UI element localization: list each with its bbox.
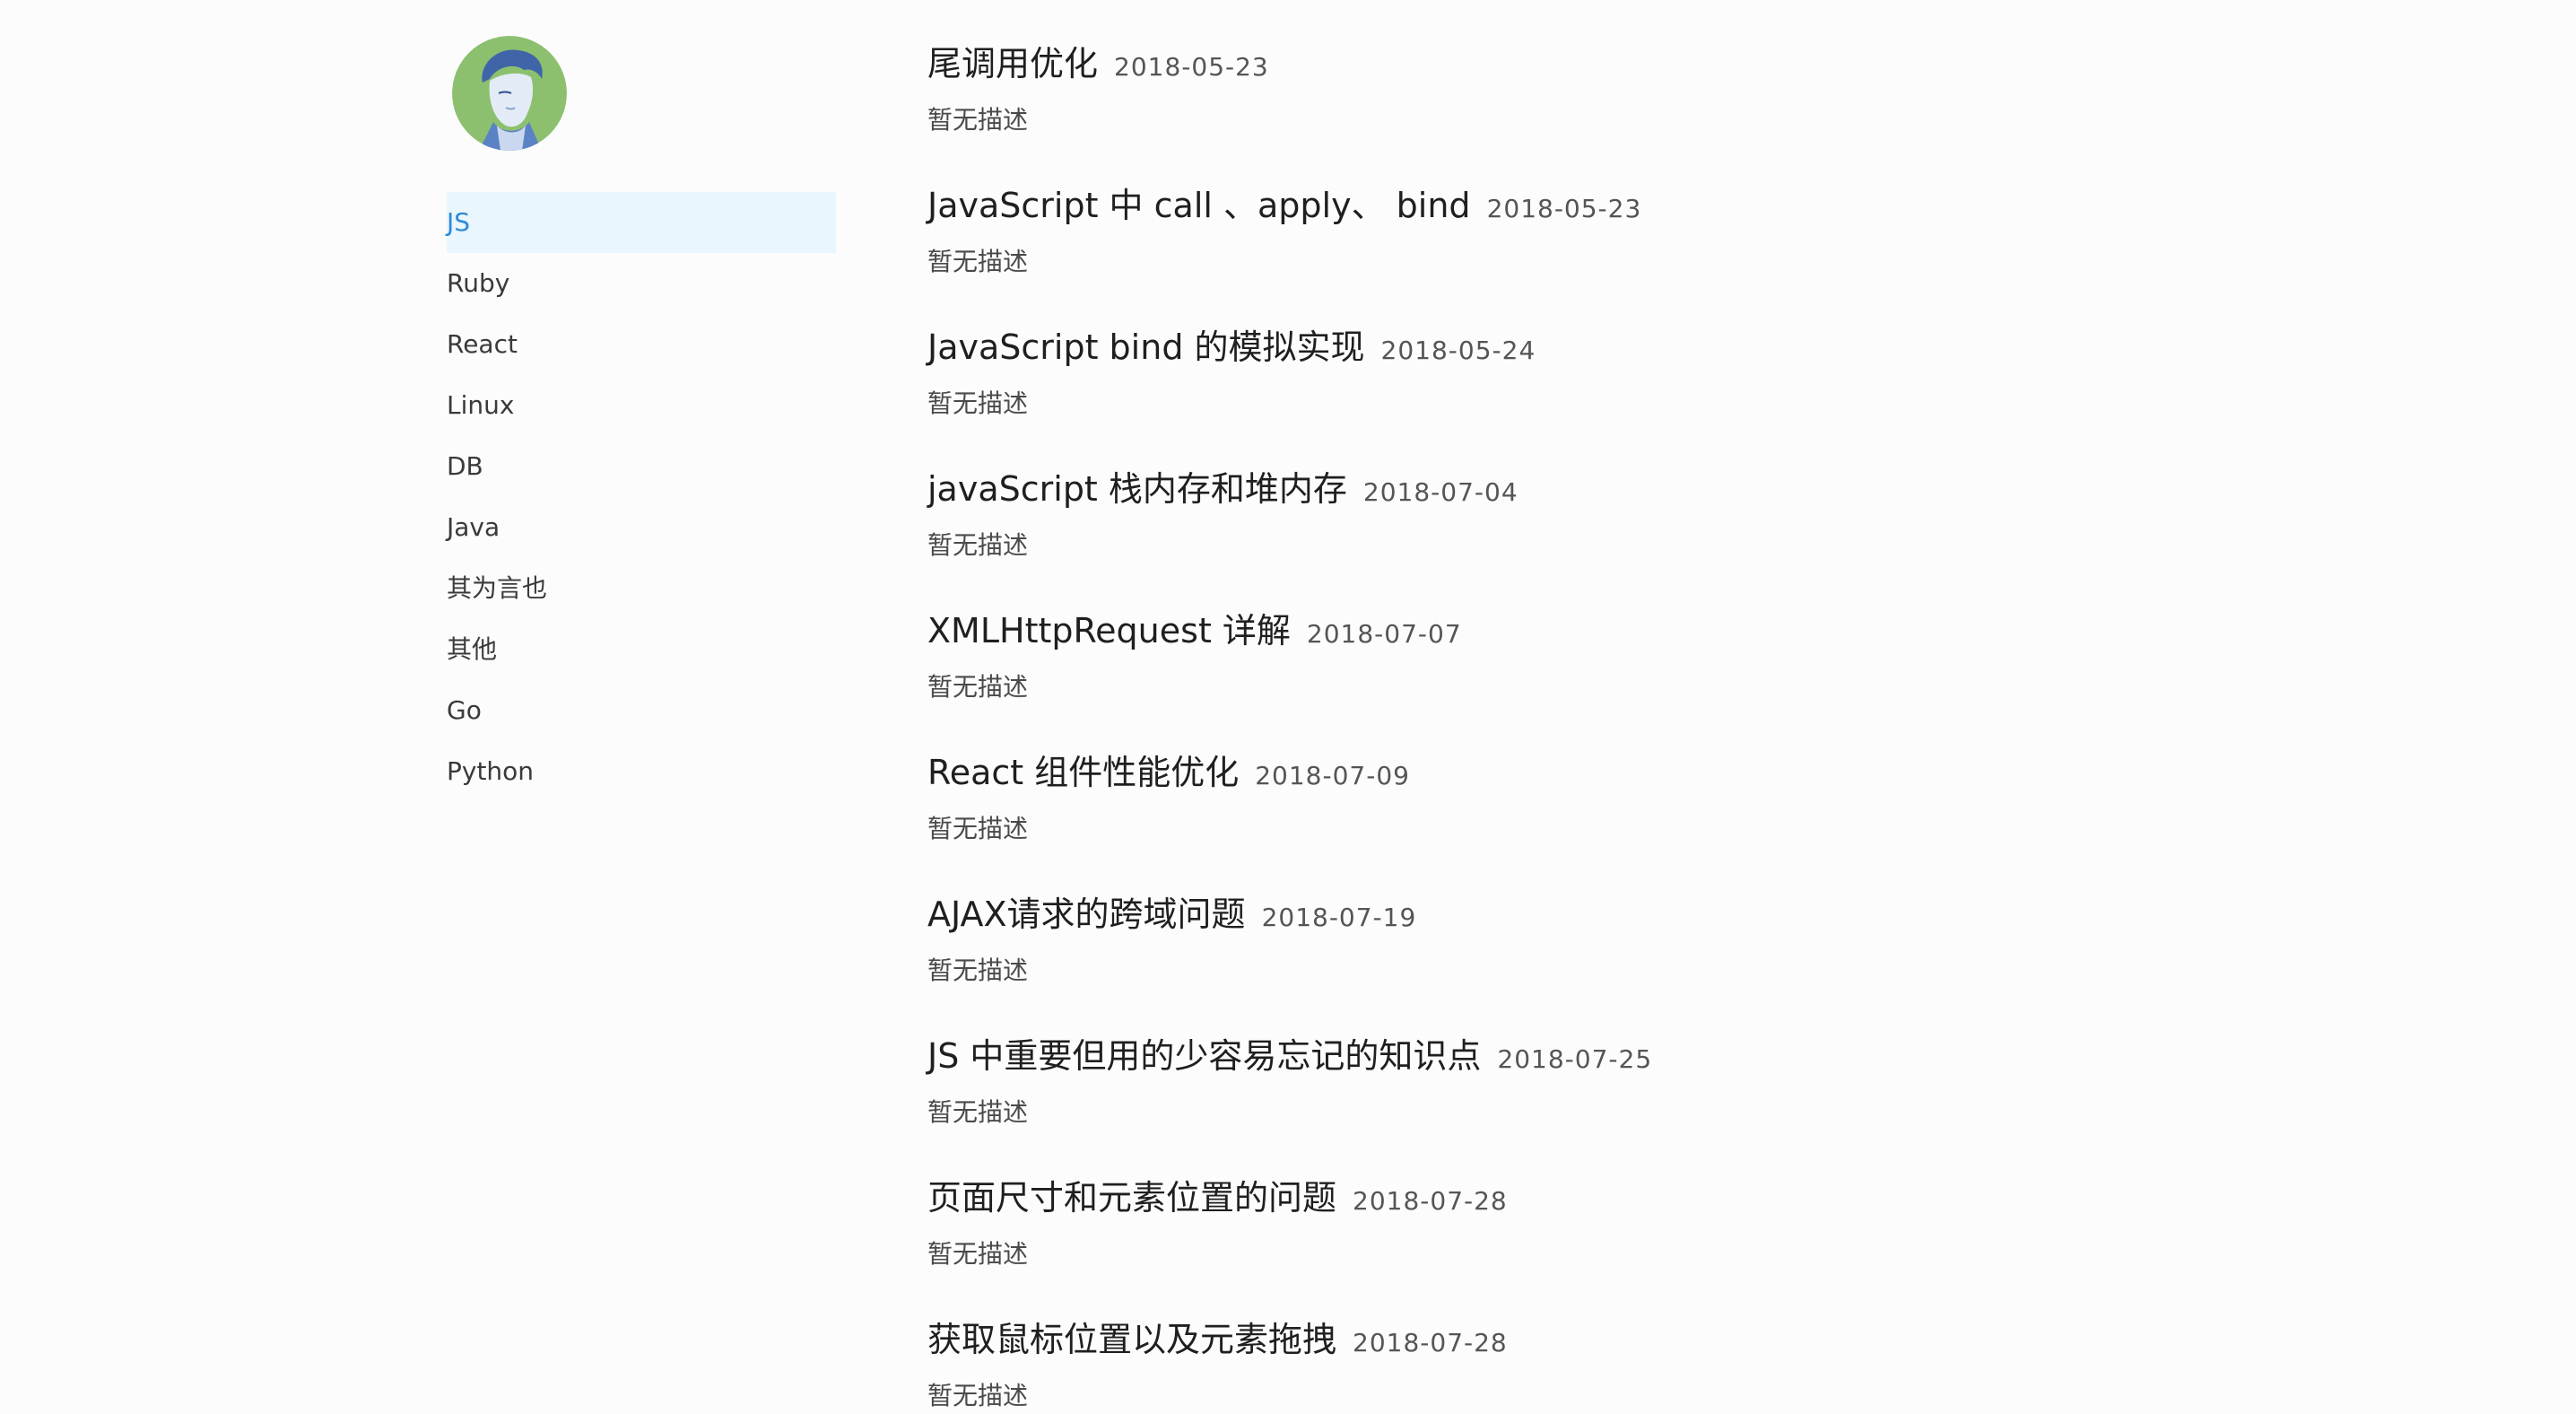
post-item: 页面尺寸和元素位置的问题 2018-07-28 暂无描述 xyxy=(927,1170,2452,1312)
sidebar-item-qiweiyanye[interactable]: 其为言也 xyxy=(447,558,836,619)
post-title-link[interactable]: javaScript 栈内存和堆内存 xyxy=(927,461,1347,511)
post-item: JavaScript bind 的模拟实现 2018-05-24 暂无描述 xyxy=(927,319,2452,461)
post-header: javaScript 栈内存和堆内存 2018-07-04 xyxy=(927,461,2452,515)
post-description: 暂无描述 xyxy=(927,1381,1029,1410)
sidebar-item-java[interactable]: Java xyxy=(447,497,836,558)
post-header: XMLHttpRequest 详解 2018-07-07 xyxy=(927,603,2452,657)
post-title-link[interactable]: 尾调用优化 xyxy=(927,36,1098,85)
post-item: JavaScript 中 call 、apply、 bind 2018-05-2… xyxy=(927,178,2452,319)
post-title-link[interactable]: JavaScript bind 的模拟实现 xyxy=(927,319,1365,369)
post-date: 2018-07-07 xyxy=(1306,619,1462,649)
post-description: 暂无描述 xyxy=(927,247,1029,276)
sidebar-item-db[interactable]: DB xyxy=(447,436,836,497)
page: JS Ruby React Linux DB Java 其为言也 其他 Go P… xyxy=(0,0,2576,1414)
post-description: 暂无描述 xyxy=(927,814,1029,843)
sidebar-item-ruby[interactable]: Ruby xyxy=(447,253,836,314)
post-date: 2018-05-23 xyxy=(1114,52,1269,82)
sidebar-item-linux[interactable]: Linux xyxy=(447,375,836,436)
category-nav: JS Ruby React Linux DB Java 其为言也 其他 Go P… xyxy=(447,192,836,802)
post-title-link[interactable]: AJAX请求的跨域问题 xyxy=(927,886,1246,936)
post-item: javaScript 栈内存和堆内存 2018-07-04 暂无描述 xyxy=(927,461,2452,603)
post-date: 2018-07-28 xyxy=(1353,1328,1508,1357)
post-item: React 组件性能优化 2018-07-09 暂无描述 xyxy=(927,745,2452,886)
post-header: 获取鼠标位置以及元素拖拽 2018-07-28 xyxy=(927,1312,2452,1366)
sidebar-item-js[interactable]: JS xyxy=(447,192,836,253)
post-description: 暂无描述 xyxy=(927,956,1029,985)
post-description: 暂无描述 xyxy=(927,672,1029,702)
post-item: 尾调用优化 2018-05-23 暂无描述 xyxy=(927,36,2452,178)
post-item: XMLHttpRequest 详解 2018-07-07 暂无描述 xyxy=(927,603,2452,745)
post-date: 2018-05-23 xyxy=(1486,194,1642,223)
post-date: 2018-07-09 xyxy=(1255,761,1410,790)
post-date: 2018-07-04 xyxy=(1362,477,1519,507)
post-header: 尾调用优化 2018-05-23 xyxy=(927,36,2452,90)
post-header: React 组件性能优化 2018-07-09 xyxy=(927,745,2452,799)
post-item: 获取鼠标位置以及元素拖拽 2018-07-28 暂无描述 xyxy=(927,1312,2452,1414)
post-description: 暂无描述 xyxy=(927,105,1029,135)
post-header: 页面尺寸和元素位置的问题 2018-07-28 xyxy=(927,1170,2452,1224)
post-header: AJAX请求的跨域问题 2018-07-19 xyxy=(927,886,2452,940)
post-title-link[interactable]: XMLHttpRequest 详解 xyxy=(927,603,1291,652)
post-description: 暂无描述 xyxy=(927,1097,1029,1127)
post-date: 2018-07-25 xyxy=(1497,1044,1653,1074)
post-title-link[interactable]: 页面尺寸和元素位置的问题 xyxy=(927,1170,1336,1219)
sidebar-item-react[interactable]: React xyxy=(447,314,836,375)
post-item: JS 中重要但用的少容易忘记的知识点 2018-07-25 暂无描述 xyxy=(927,1028,2452,1170)
post-title-link[interactable]: JS 中重要但用的少容易忘记的知识点 xyxy=(927,1028,1481,1078)
post-header: JavaScript bind 的模拟实现 2018-05-24 xyxy=(927,319,2452,373)
post-date: 2018-07-28 xyxy=(1353,1186,1508,1216)
post-item: AJAX请求的跨域问题 2018-07-19 暂无描述 xyxy=(927,886,2452,1028)
post-list: 尾调用优化 2018-05-23 暂无描述 JavaScript 中 call … xyxy=(927,36,2452,1414)
post-date: 2018-05-24 xyxy=(1380,336,1536,365)
sidebar-item-go[interactable]: Go xyxy=(447,680,836,741)
post-header: JavaScript 中 call 、apply、 bind 2018-05-2… xyxy=(927,178,2452,231)
post-title-link[interactable]: 获取鼠标位置以及元素拖拽 xyxy=(927,1312,1336,1361)
post-description: 暂无描述 xyxy=(927,1239,1029,1269)
sidebar-item-other[interactable]: 其他 xyxy=(447,619,836,680)
post-description: 暂无描述 xyxy=(927,530,1029,560)
post-title-link[interactable]: JavaScript 中 call 、apply、 bind xyxy=(927,178,1471,227)
sidebar-item-python[interactable]: Python xyxy=(447,741,836,802)
post-description: 暂无描述 xyxy=(927,388,1029,418)
avatar[interactable] xyxy=(452,36,567,151)
post-header: JS 中重要但用的少容易忘记的知识点 2018-07-25 xyxy=(927,1028,2452,1082)
post-date: 2018-07-19 xyxy=(1261,903,1417,932)
post-title-link[interactable]: React 组件性能优化 xyxy=(927,745,1239,794)
